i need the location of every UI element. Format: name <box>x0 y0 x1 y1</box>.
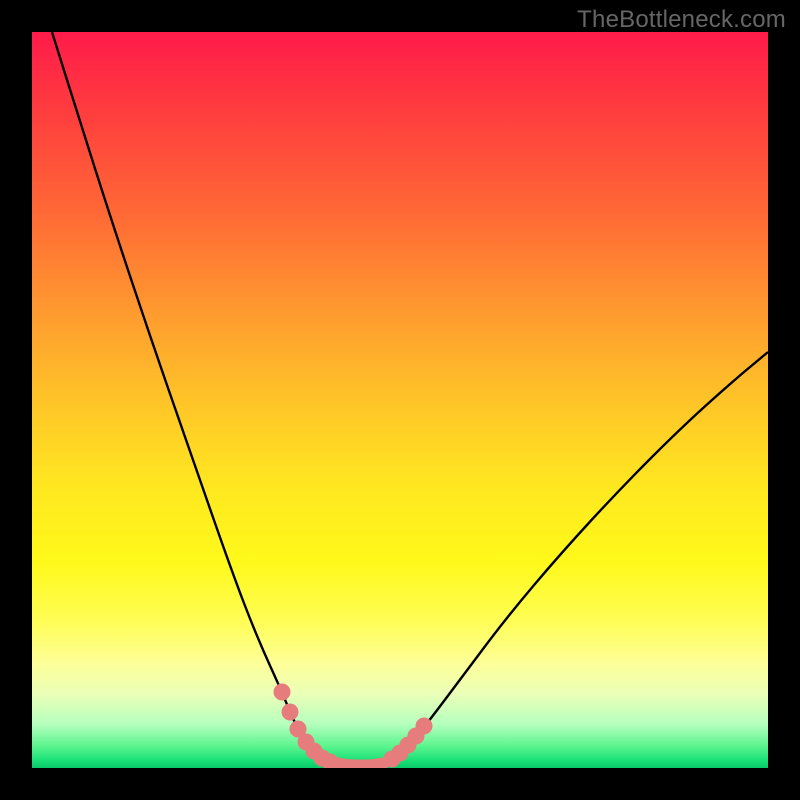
curve-layer <box>32 32 768 768</box>
right-marker-dots <box>384 718 433 768</box>
marker-dot <box>274 684 291 701</box>
right-curve <box>372 352 768 766</box>
plot-area <box>32 32 768 768</box>
left-marker-dots <box>274 684 339 769</box>
marker-dot <box>416 718 433 735</box>
marker-dot <box>282 704 299 721</box>
watermark-text: TheBottleneck.com <box>577 6 786 34</box>
left-curve <box>52 32 352 766</box>
chart-frame: TheBottleneck.com <box>0 0 800 800</box>
